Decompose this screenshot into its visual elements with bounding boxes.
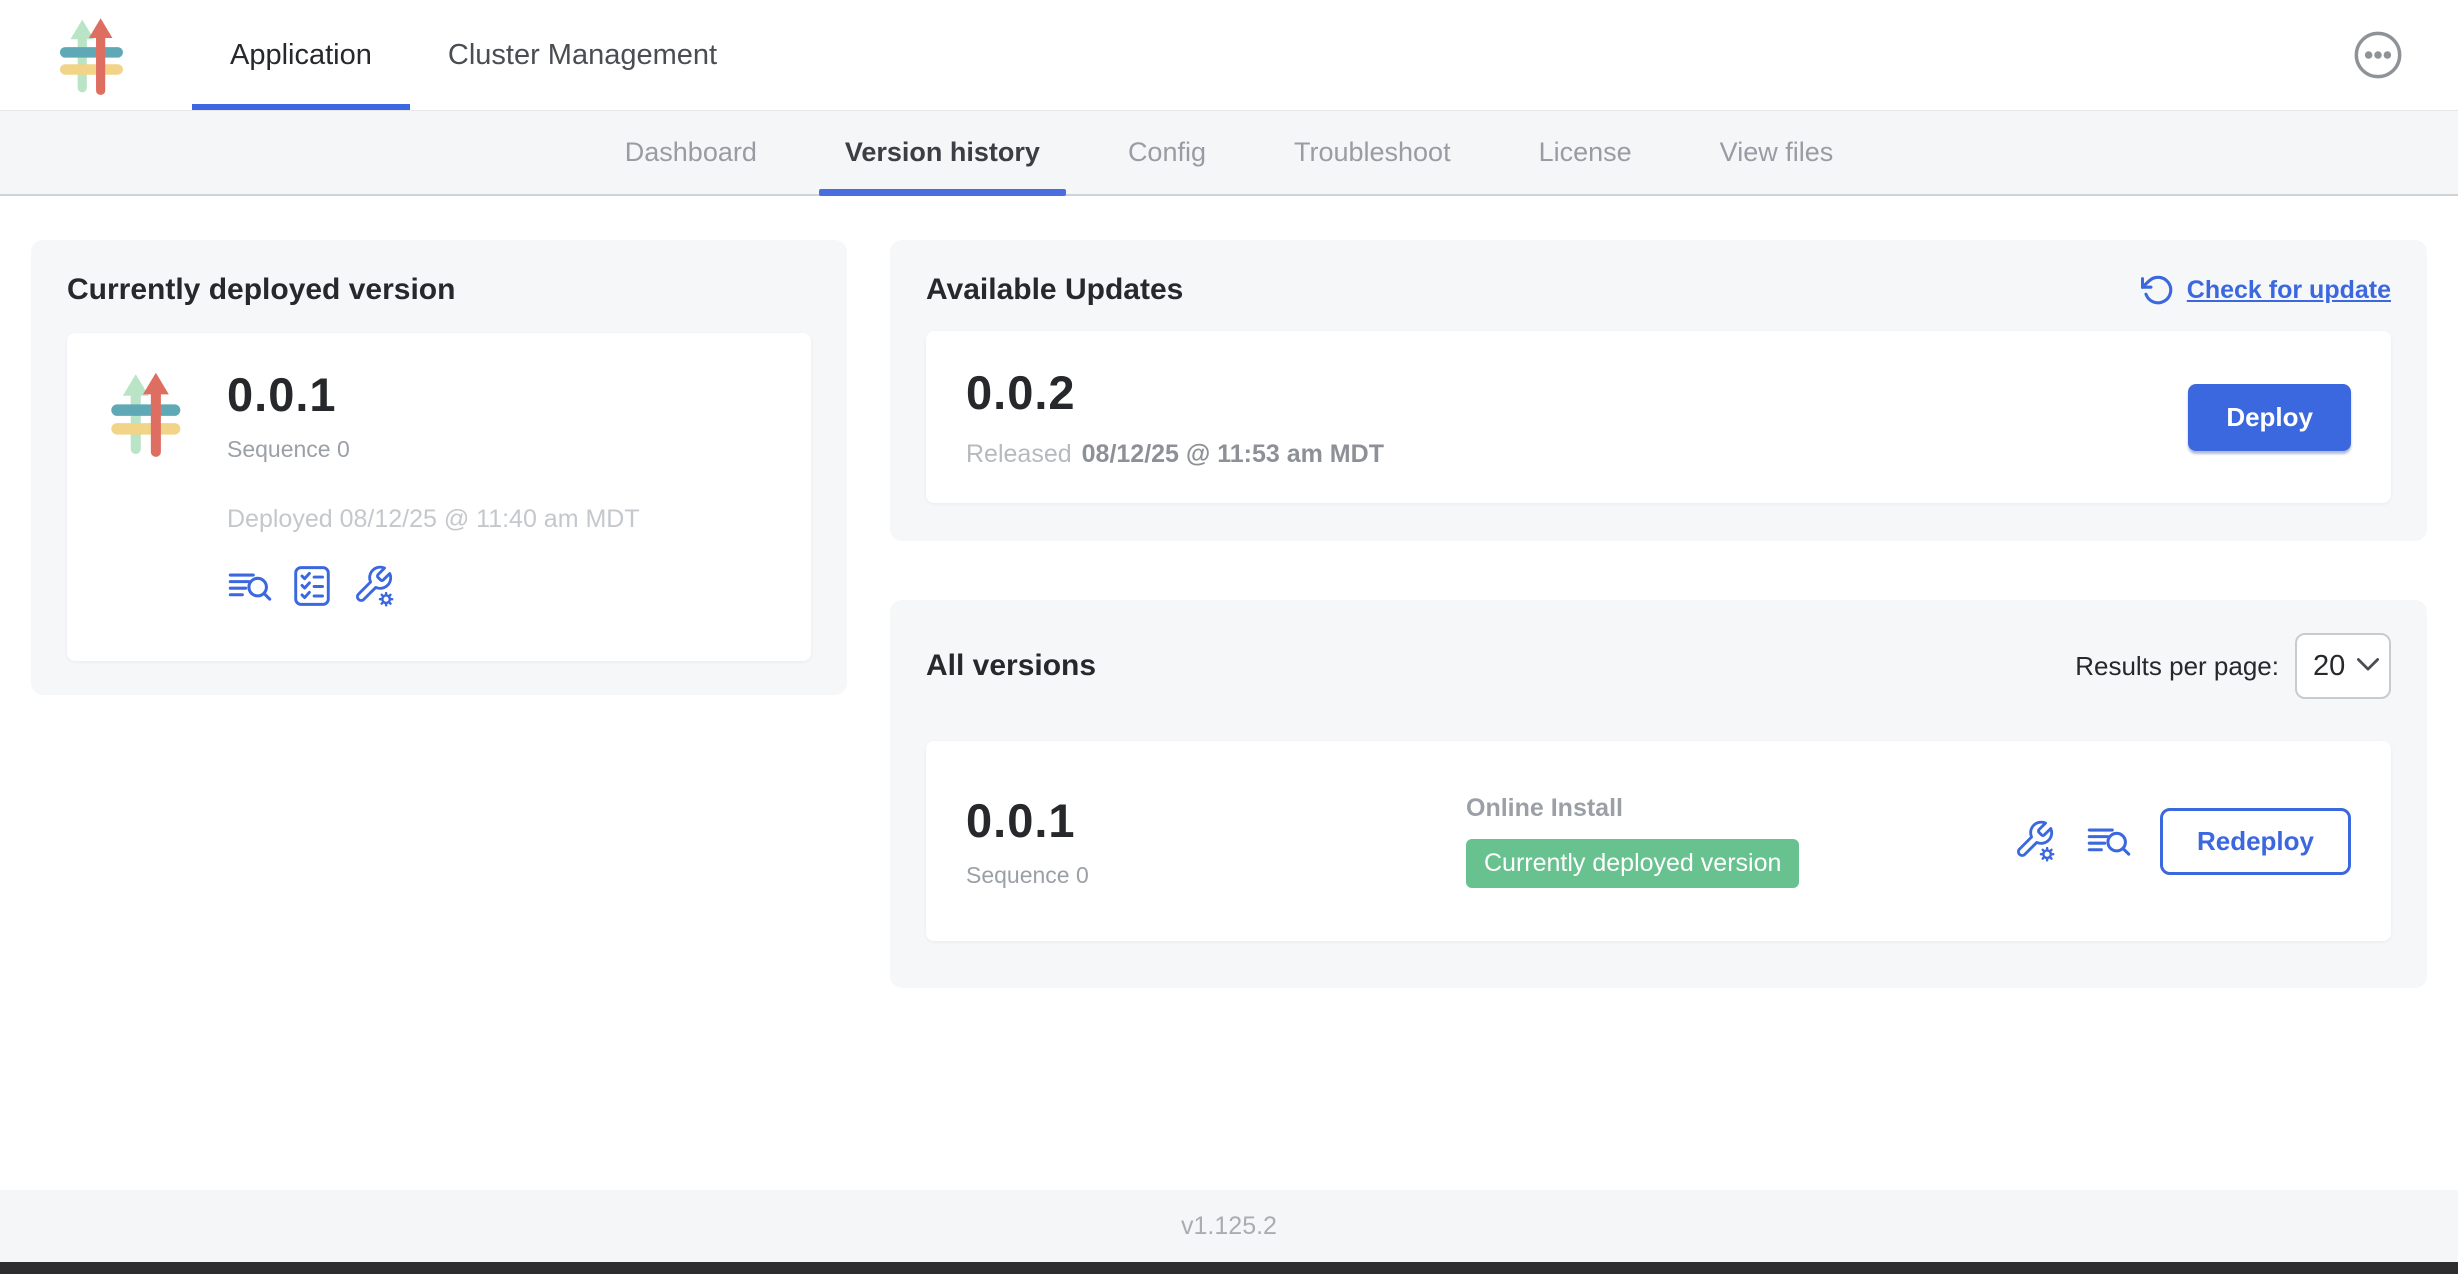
deployed-version-panel: 0.0.1 Sequence 0 Deployed 08/12/25 @ 11:… (67, 333, 811, 661)
overflow-menu-button[interactable] (2352, 29, 2404, 81)
subnav-version-history[interactable]: Version history (801, 111, 1084, 194)
top-navigation-bar: Application Cluster Management (0, 0, 2458, 111)
config-wrench-icon[interactable] (351, 564, 397, 608)
currently-deployed-title: Currently deployed version (67, 273, 811, 307)
deployed-version-number: 0.0.1 (227, 367, 640, 422)
logs-icon[interactable] (227, 567, 273, 605)
all-versions-title: All versions (926, 649, 1096, 683)
results-per-page-select[interactable]: 20 (2295, 633, 2391, 699)
deployed-sequence: Sequence 0 (227, 436, 640, 463)
currently-deployed-card: Currently deployed version 0.0.1 Sequenc… (31, 240, 847, 695)
bottom-edge-strip (0, 1262, 2458, 1274)
row-version-number: 0.0.1 (966, 793, 1466, 848)
subnav-license[interactable]: License (1495, 111, 1676, 194)
app-logo-icon (56, 13, 140, 97)
app-logo-small (107, 367, 199, 459)
main-content: Currently deployed version 0.0.1 Sequenc… (0, 196, 2458, 1190)
update-row: 0.0.2 Released 08/12/25 @ 11:53 am MDT De… (926, 331, 2391, 503)
available-updates-title: Available Updates (926, 273, 1183, 307)
subnav-dashboard[interactable]: Dashboard (581, 111, 801, 194)
app-logo-icon (107, 367, 199, 459)
check-for-update-link[interactable]: Check for update (2141, 273, 2391, 307)
ellipsis-circle-icon (2352, 29, 2404, 81)
row-sequence: Sequence 0 (966, 862, 1466, 889)
deploy-button[interactable]: Deploy (2188, 384, 2351, 451)
redeploy-button[interactable]: Redeploy (2160, 808, 2351, 875)
available-updates-card: Available Updates Check for update 0.0.2… (890, 240, 2427, 541)
all-versions-card: All versions Results per page: 20 0. (890, 600, 2427, 988)
config-wrench-icon[interactable] (2012, 819, 2058, 863)
subnav-config[interactable]: Config (1084, 111, 1250, 194)
subnav-troubleshoot[interactable]: Troubleshoot (1250, 111, 1495, 194)
check-for-update-label: Check for update (2187, 276, 2391, 305)
app-logo (56, 11, 140, 99)
tab-application[interactable]: Application (192, 0, 410, 110)
subnav-view-files[interactable]: View files (1676, 111, 1878, 194)
tab-cluster-management[interactable]: Cluster Management (410, 0, 755, 110)
currently-deployed-badge: Currently deployed version (1466, 839, 1799, 888)
footer: v1.125.2 (0, 1190, 2458, 1262)
console-version: v1.125.2 (1181, 1212, 1277, 1241)
released-timestamp: 08/12/25 @ 11:53 am MDT (1082, 440, 1384, 468)
logs-icon[interactable] (2086, 822, 2132, 860)
preflight-checklist-icon[interactable] (293, 565, 331, 607)
update-version-number: 0.0.2 (966, 365, 1384, 420)
install-type-label: Online Install (1466, 794, 2012, 823)
application-subnav: Dashboard Version history Config Trouble… (0, 111, 2458, 196)
version-row: 0.0.1 Sequence 0 Online Install Currentl… (926, 741, 2391, 941)
results-per-page-label: Results per page: (2075, 651, 2279, 682)
deployed-timestamp: Deployed 08/12/25 @ 11:40 am MDT (227, 505, 640, 534)
released-label: Released (966, 440, 1072, 468)
update-released-line: Released 08/12/25 @ 11:53 am MDT (966, 440, 1384, 469)
top-tabs: Application Cluster Management (192, 0, 755, 110)
refresh-icon (2141, 273, 2175, 307)
